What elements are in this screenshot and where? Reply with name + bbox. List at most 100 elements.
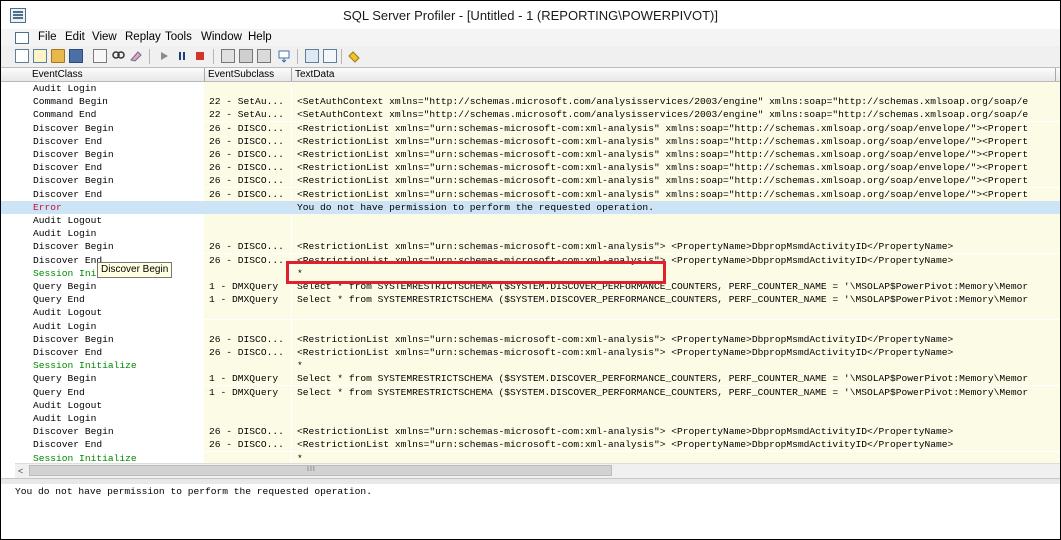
menu-window[interactable]: Window — [201, 31, 242, 43]
menu-file[interactable]: File — [38, 31, 57, 43]
cell-eventclass: Query End — [33, 294, 85, 306]
table-row-selected[interactable]: Error You do not have permission to perfo… — [1, 200, 1060, 214]
cell-eventsubclass: 26 - DISCO... — [209, 347, 284, 358]
column-divider[interactable] — [1055, 68, 1056, 81]
cell-textdata: Select * from SYSTEMRESTRICTSCHEMA ($SYS… — [297, 294, 1029, 306]
table-row[interactable]: Audit Logout — [1, 398, 1060, 412]
table-row[interactable]: Audit Logout — [1, 306, 1060, 320]
table-row[interactable]: Audit Login — [1, 412, 1060, 425]
tooltip: Discover Begin — [97, 262, 173, 278]
cell-background — [204, 306, 291, 320]
cell-background — [292, 214, 1060, 227]
cell-eventclass: Audit Logout — [33, 307, 103, 319]
properties-icon[interactable] — [93, 49, 107, 63]
cell-eventsubclass: 26 - DISCO... — [209, 122, 284, 134]
cell-textdata: Select * from SYSTEMRESTRICTSCHEMA ($SYS… — [297, 386, 1029, 398]
menu-tools[interactable]: Tools — [165, 31, 192, 43]
scrollbar-thumb[interactable] — [29, 465, 612, 476]
stop-icon[interactable] — [193, 49, 207, 63]
table-row[interactable]: Query End 1 - DMXQuery Select * from SYSTE… — [1, 385, 1060, 399]
menu-help[interactable]: Help — [248, 31, 272, 43]
table-row[interactable]: Audit Login — [1, 319, 1060, 333]
cell-textdata: <RestrictionList xmlns="urn:schemas-micr… — [297, 241, 954, 253]
help-icon[interactable] — [347, 49, 361, 63]
cell-textdata: <RestrictionList xmlns="urn:schemas-micr… — [297, 439, 954, 451]
cell-textdata: <RestrictionList xmlns="urn:schemas-micr… — [297, 426, 954, 438]
cell-eventsubclass: 1 - DMXQuery — [209, 294, 279, 306]
cell-eventclass: Session Initialize — [33, 360, 137, 372]
table-row[interactable]: Command Begin 22 - SetAu... <SetAuthContex… — [1, 95, 1060, 109]
window-title: SQL Server Profiler - [Untitled - 1 (REP… — [343, 8, 718, 23]
table-row[interactable]: Discover Begin 26 - DISCO... <RestrictionL… — [1, 332, 1060, 346]
toolbar — [1, 46, 1060, 68]
performance-monitor-icon[interactable] — [323, 49, 337, 63]
table-row[interactable]: Discover Begin 26 - DISCO... <RestrictionL… — [1, 121, 1060, 135]
table-row[interactable]: Command End 22 - SetAu... <SetAuthContext … — [1, 108, 1060, 122]
pause-icon[interactable] — [175, 49, 189, 63]
table-row[interactable]: Audit Login — [1, 227, 1060, 241]
toolbar-separator — [213, 49, 214, 64]
table-row[interactable]: Discover Begin 26 - DISCO... <RestrictionL… — [1, 425, 1060, 439]
save-icon[interactable] — [69, 49, 83, 63]
detail-pane: You do not have permission to perform th… — [1, 484, 1060, 539]
table-row[interactable]: Query Begin 1 - DMXQuery Select * from SYS… — [1, 372, 1060, 386]
open-icon[interactable] — [51, 49, 65, 63]
clear-icon[interactable] — [129, 49, 143, 63]
cell-eventclass: Discover End — [33, 347, 103, 358]
cell-eventclass: Audit Logout — [33, 399, 103, 411]
start-icon[interactable] — [157, 49, 171, 63]
table-row[interactable]: Discover End 26 - DISCO... <RestrictionLis… — [1, 161, 1060, 175]
table-row[interactable]: Discover End 26 - DISCO... <RestrictionLis… — [1, 438, 1060, 452]
table-row[interactable]: Query End 1 - DMXQuery Select * from SYSTE… — [1, 293, 1060, 307]
profiler-window: SQL Server Profiler - [Untitled - 1 (REP… — [0, 0, 1061, 540]
cell-background — [204, 227, 291, 241]
cell-background — [292, 398, 1060, 412]
menu-bar: File Edit View Replay Tools Window Help — [1, 29, 1060, 46]
cell-textdata: <RestrictionList xmlns="urn:schemas-micr… — [297, 162, 1029, 174]
cell-textdata: You do not have permission to perform th… — [297, 201, 654, 213]
menu-edit[interactable]: Edit — [65, 31, 85, 43]
cell-background — [204, 200, 291, 214]
cell-eventclass: Audit Login — [33, 320, 97, 332]
cell-background — [292, 227, 1060, 241]
new-template-icon[interactable] — [33, 49, 47, 63]
horizontal-scrollbar[interactable]: < III — [15, 463, 1060, 478]
table-row[interactable]: Discover Begin 26 - DISCO... <RestrictionL… — [1, 148, 1060, 161]
menu-replay[interactable]: Replay — [125, 31, 161, 43]
cell-eventsubclass: 26 - DISCO... — [209, 188, 284, 200]
cell-eventclass: Discover Begin — [33, 122, 114, 134]
column-eventsubclass[interactable]: EventSubclass — [208, 69, 274, 80]
document-window-icon[interactable] — [15, 32, 29, 44]
sql-server-icon[interactable] — [305, 49, 319, 63]
cell-background — [204, 266, 291, 280]
cell-eventclass: Error — [33, 201, 62, 213]
cell-eventsubclass: 1 - DMXQuery — [209, 281, 279, 292]
cell-eventsubclass: 26 - DISCO... — [209, 241, 284, 253]
table-row[interactable]: Discover End 26 - DISCO... <RestrictionLis… — [1, 134, 1060, 148]
cell-eventclass: Audit Login — [33, 83, 97, 94]
cell-eventclass: Discover Begin — [33, 333, 114, 345]
column-divider[interactable] — [291, 68, 292, 81]
column-textdata[interactable]: TextData — [295, 69, 334, 80]
bookmark-icon[interactable] — [277, 49, 291, 63]
column-eventclass[interactable]: EventClass — [32, 69, 83, 80]
table-row[interactable]: Discover End 26 - DISCO... <RestrictionLis… — [1, 346, 1060, 359]
table-row[interactable]: Audit Login — [1, 82, 1060, 95]
column-divider[interactable] — [204, 68, 205, 81]
table-row[interactable]: Discover End 26 - DISCO... <RestrictionLis… — [1, 187, 1060, 201]
cell-eventclass: Discover Begin — [33, 426, 114, 438]
detail-text: You do not have permission to perform th… — [15, 486, 372, 497]
cell-eventclass: Audit Login — [33, 228, 97, 240]
table-row[interactable]: Discover Begin 26 - DISCO... <RestrictionL… — [1, 174, 1060, 188]
table-row[interactable]: Session Initialize * — [1, 359, 1060, 373]
auto-scroll-icon[interactable] — [257, 49, 271, 63]
table-row[interactable]: Discover Begin 26 - DISCO... <RestrictionL… — [1, 240, 1060, 254]
column-filters-icon[interactable] — [221, 49, 235, 63]
menu-view[interactable]: View — [92, 31, 117, 43]
cell-eventclass: Discover End — [33, 188, 103, 200]
table-row[interactable]: Audit Logout — [1, 214, 1060, 227]
new-trace-icon[interactable] — [15, 49, 29, 63]
find-icon[interactable] — [111, 49, 125, 63]
scroll-left-icon[interactable]: < — [18, 466, 23, 476]
organize-columns-icon[interactable] — [239, 49, 253, 63]
